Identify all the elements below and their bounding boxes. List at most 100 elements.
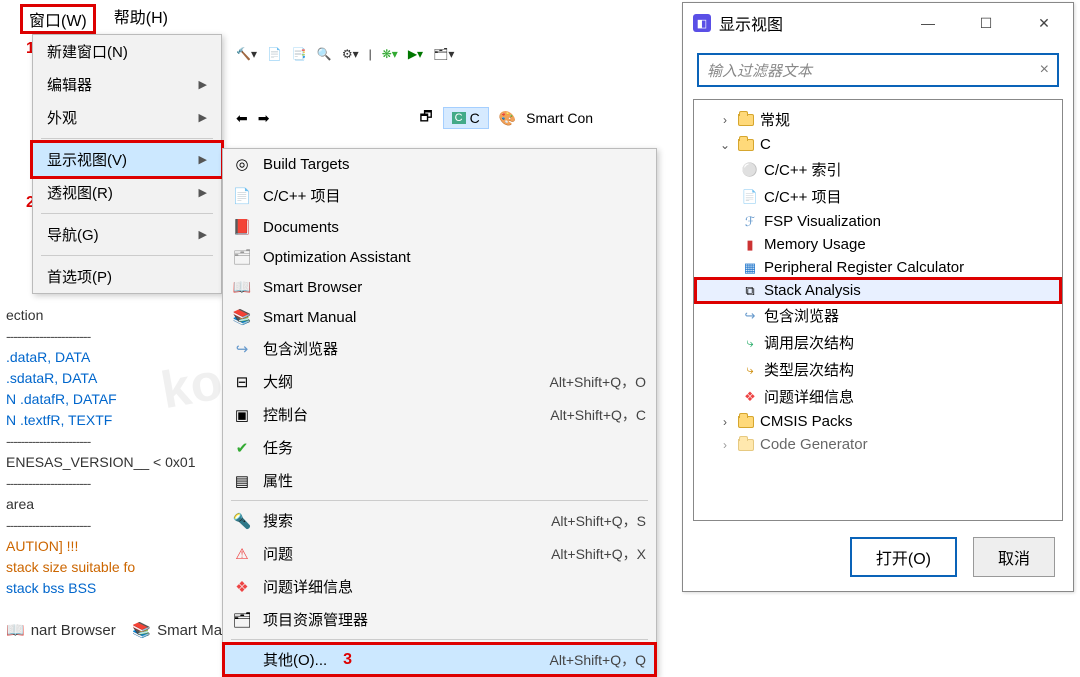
editor-background: ection ----------------------- .dataR, D… (6, 305, 226, 599)
show-view-submenu: ◎Build Targets 📄C/C++ 项目 📕Documents 🗂Opt… (222, 148, 657, 677)
view-build-targets[interactable]: ◎Build Targets (223, 149, 656, 179)
view-tasks[interactable]: ✔任务 (223, 431, 656, 464)
separator (231, 639, 648, 640)
chevron-right-icon: ▶ (199, 228, 207, 241)
view-optimization-assistant[interactable]: 🗂Optimization Assistant (223, 242, 656, 272)
filter-placeholder: 输入过滤器文本 (707, 60, 812, 81)
tree-node-fsp-viz[interactable]: ℱFSP Visualization (696, 210, 1060, 233)
menu-show-view[interactable]: 显示视图(V)▶ (33, 143, 221, 176)
tool-icon[interactable]: 📑 (292, 47, 307, 61)
tree-node-problem-details[interactable]: ❖问题详细信息 (696, 383, 1060, 410)
tree-node-general[interactable]: › 常规 (696, 106, 1060, 133)
tree-node-c[interactable]: ⌄ C (696, 133, 1060, 156)
marker-3: 3 (343, 651, 352, 669)
separator (41, 255, 213, 256)
tree-node-peripheral-calc[interactable]: ▦Peripheral Register Calculator (696, 256, 1060, 279)
book-icon: 📖 (6, 622, 25, 639)
view-project-explorer[interactable]: 🗂项目资源管理器 (223, 603, 656, 636)
problem-details-icon: ❖ (742, 389, 758, 405)
view-console[interactable]: ▣控制台Alt+Shift+Q，C (223, 398, 656, 431)
view-properties[interactable]: ▤属性 (223, 464, 656, 497)
view-smart-browser[interactable]: 📖Smart Browser (223, 272, 656, 302)
tree-node-memory-usage[interactable]: ▮Memory Usage (696, 233, 1060, 256)
properties-icon: ▤ (233, 472, 251, 490)
close-button[interactable]: ✕ (1025, 15, 1063, 32)
view-search[interactable]: 🔦搜索Alt+Shift+Q，S (223, 504, 656, 537)
smart-conf-icon[interactable]: 🎨 (499, 110, 516, 127)
tree-node-cpp-projects[interactable]: 📄C/C++ 项目 (696, 183, 1060, 210)
menu-preferences[interactable]: 首选项(P) (33, 260, 221, 293)
hierarchy-icon: ⤷ (742, 335, 758, 351)
smart-conf-label[interactable]: Smart Con (526, 110, 593, 126)
expand-icon[interactable]: › (718, 113, 732, 127)
menu-navigation[interactable]: 导航(G)▶ (33, 218, 221, 251)
tool-icon[interactable]: ➡ (258, 110, 270, 127)
hierarchy-icon: ⤷ (742, 362, 758, 378)
view-include-browser[interactable]: ↪包含浏览器 (223, 332, 656, 365)
open-button[interactable]: 打开(O) (850, 537, 957, 577)
dialog-titlebar: ◧ 显示视图 — ☐ ✕ (683, 3, 1073, 43)
c-perspective-icon: C (452, 112, 466, 124)
collapse-icon[interactable]: ⌄ (718, 138, 732, 152)
filter-input[interactable]: 输入过滤器文本 × (697, 53, 1059, 87)
minimize-button[interactable]: — (909, 15, 947, 32)
search-icon: 🔦 (233, 512, 251, 530)
dialog-title: 显示视图 (719, 11, 783, 35)
tool-icon[interactable]: 📄 (267, 47, 282, 61)
show-view-dialog: ◧ 显示视图 — ☐ ✕ 输入过滤器文本 × › 常规 ⌄ C ⚪C/C++ 索… (682, 2, 1074, 592)
tree-node-cmsis[interactable]: › CMSIS Packs (696, 410, 1060, 433)
target-icon: ◎ (233, 155, 251, 173)
cancel-button[interactable]: 取消 (973, 537, 1055, 577)
smart-browser-icon: 📖 (233, 278, 251, 296)
include-icon: ↪ (233, 340, 251, 358)
tree-node-cpp-index[interactable]: ⚪C/C++ 索引 (696, 156, 1060, 183)
separator (41, 213, 213, 214)
tree-node-call-hierarchy[interactable]: ⤷调用层次结构 (696, 329, 1060, 356)
view-smart-manual[interactable]: 📚Smart Manual (223, 302, 656, 332)
book-icon: 📚 (132, 622, 151, 639)
view-tree: › 常规 ⌄ C ⚪C/C++ 索引 📄C/C++ 项目 ℱFSP Visual… (693, 99, 1063, 521)
maximize-button[interactable]: ☐ (967, 15, 1005, 32)
gear-icon[interactable]: ⚙▾ (342, 47, 359, 61)
tree-node-stack-analysis[interactable]: ⧉Stack Analysis (696, 279, 1060, 302)
folder-icon (738, 114, 754, 126)
view-documents[interactable]: 📕Documents (223, 212, 656, 242)
optimization-icon: 🗂 (233, 248, 251, 266)
chevron-right-icon: ▶ (199, 186, 207, 199)
tree-node-include-browser[interactable]: ↪包含浏览器 (696, 302, 1060, 329)
calculator-icon: ▦ (742, 260, 758, 276)
stack-icon: ⧉ (742, 283, 758, 299)
menu-editor[interactable]: 编辑器▶ (33, 68, 221, 101)
outline-icon: ⊟ (233, 373, 251, 391)
hammer-icon[interactable]: 🔨▾ (236, 47, 257, 61)
chevron-right-icon: ▶ (199, 153, 207, 166)
view-ccpp-projects[interactable]: 📄C/C++ 项目 (223, 179, 656, 212)
tool-icon[interactable]: 🗂▾ (433, 47, 454, 61)
bug-icon[interactable]: ❋▾ (382, 47, 398, 61)
run-icon[interactable]: ▶▾ (408, 47, 423, 61)
expand-icon[interactable]: › (718, 415, 732, 429)
menu-perspective[interactable]: 透视图(R)▶ (33, 176, 221, 209)
c-perspective-button[interactable]: C C (443, 107, 489, 129)
view-problem-details[interactable]: ❖问题详细信息 (223, 570, 656, 603)
tool-icon[interactable]: ⬅ (236, 110, 248, 127)
blank-icon (233, 651, 251, 669)
menu-appearance[interactable]: 外观▶ (33, 101, 221, 134)
open-perspective-icon[interactable]: 🗗 (419, 106, 432, 130)
search-icon[interactable]: 🔍 (317, 47, 332, 61)
view-outline[interactable]: ⊟大纲Alt+Shift+Q，O (223, 365, 656, 398)
menu-help[interactable]: 帮助(H) (114, 4, 168, 34)
menu-new-window[interactable]: 新建窗口(N) (33, 35, 221, 68)
tree-node-type-hierarchy[interactable]: ⤷类型层次结构 (696, 356, 1060, 383)
console-icon: ▣ (233, 406, 251, 424)
window-menu-dropdown: 新建窗口(N) 编辑器▶ 外观▶ 显示视图(V)▶ 透视图(R)▶ 导航(G)▶… (32, 34, 222, 294)
clear-filter-icon[interactable]: × (1040, 61, 1049, 79)
view-problems[interactable]: ⚠问题Alt+Shift+Q，X (223, 537, 656, 570)
view-other[interactable]: 其他(O)... 3 Alt+Shift+Q，Q (223, 643, 656, 676)
tree-node-codegen[interactable]: › Code Generator (696, 433, 1060, 456)
menu-window[interactable]: 窗口(W) (20, 4, 96, 34)
separator (41, 138, 213, 139)
smart-manual-icon: 📚 (233, 308, 251, 326)
menubar: 窗口(W) 帮助(H) (0, 0, 660, 38)
expand-icon[interactable]: › (718, 438, 732, 452)
